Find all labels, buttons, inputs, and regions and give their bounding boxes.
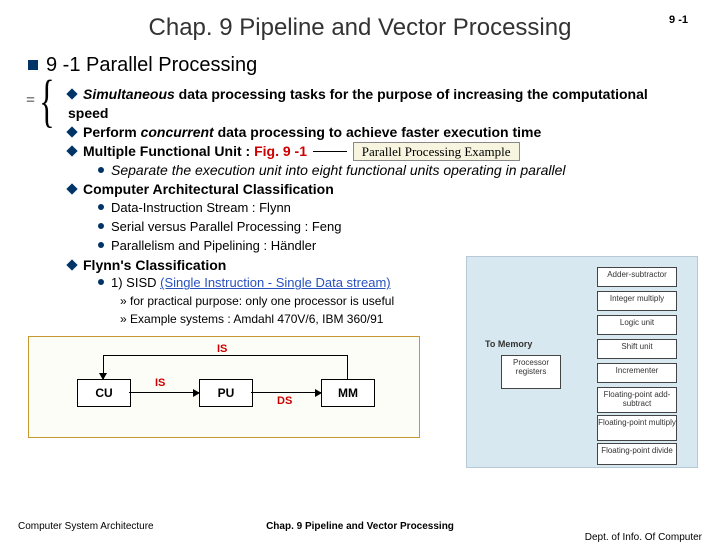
- diamond-bullet-icon: [66, 126, 77, 137]
- sub-bullet-handler: Parallelism and Pipelining : Händler: [98, 237, 692, 256]
- box-adder: Adder-subtractor: [597, 267, 677, 287]
- footer-right: Dept. of Info. Of Computer: [585, 532, 702, 543]
- sub-bullet-text: Separate the execution unit into eight f…: [111, 162, 566, 178]
- diamond-bullet-icon: [66, 183, 77, 194]
- sub-bullet-text: Data-Instruction Stream : Flynn: [111, 200, 291, 215]
- sub-bullet-text: 1) SISD: [111, 275, 160, 290]
- bullet-mfu: Multiple Functional Unit : Fig. 9 -1 Par…: [68, 142, 692, 161]
- dot-bullet-icon: [98, 167, 104, 173]
- figure-ref: Fig. 9 -1: [254, 143, 307, 159]
- sub-bullet-separate: Separate the execution unit into eight f…: [98, 161, 692, 181]
- box-fpmul: Floating-point multiply: [597, 415, 677, 441]
- section-heading-text: 9 -1 Parallel Processing: [46, 54, 257, 76]
- brace-icon: {: [39, 84, 54, 119]
- chapter-title: Chap. 9 Pipeline and Vector Processing: [0, 0, 720, 42]
- box-fpadd: Floating-point add-subtract: [597, 387, 677, 413]
- dot-bullet-icon: [98, 204, 104, 210]
- equals-brace: ={: [26, 84, 61, 119]
- box-intmul: Integer multiply: [597, 291, 677, 311]
- sisd-expansion: (Single Instruction - Single Data stream…: [160, 275, 390, 290]
- label-is-mid: IS: [155, 377, 165, 389]
- equals-sign: =: [26, 92, 35, 110]
- functional-units-diagram: Adder-subtractor Integer multiply Logic …: [466, 256, 698, 468]
- label-is-top: IS: [217, 343, 227, 355]
- arrow-pu-mm: [251, 392, 321, 393]
- feedback-line-v2: [347, 355, 348, 379]
- bullet-simultaneous: Simultaneous data processing tasks for t…: [68, 85, 692, 123]
- box-inc: Incrementer: [597, 363, 677, 383]
- bullet-text: Multiple Functional Unit :: [83, 143, 254, 159]
- section-heading: 9 -1 Parallel Processing: [28, 54, 692, 77]
- bullet-text: Perform: [83, 124, 141, 140]
- footer-left: Computer System Architecture: [18, 521, 154, 532]
- sub-bullet-feng: Serial versus Parallel Processing : Feng: [98, 218, 692, 237]
- box-logic: Logic unit: [597, 315, 677, 335]
- sisd-diagram: IS CU PU MM IS DS: [28, 336, 420, 438]
- page-number: 9 -1: [669, 14, 688, 26]
- diamond-bullet-icon: [66, 259, 77, 270]
- bullet-text: Flynn's Classification: [83, 257, 226, 273]
- dot-bullet-icon: [98, 279, 104, 285]
- subsub-text: for practical purpose: only one processo…: [130, 294, 394, 308]
- dot-bullet-icon: [98, 223, 104, 229]
- dot-bullet-icon: [98, 242, 104, 248]
- box-proc-reg: Processor registers: [501, 355, 561, 389]
- box-pu: PU: [199, 379, 253, 407]
- callout-box: Parallel Processing Example: [353, 142, 520, 161]
- diamond-bullet-icon: [66, 145, 77, 156]
- sub-bullet-flynn: Data-Instruction Stream : Flynn: [98, 199, 692, 218]
- connector-line-icon: [313, 151, 347, 152]
- em-word: Simultaneous: [83, 86, 175, 102]
- arrowhead-down-icon: [99, 373, 107, 380]
- box-fpdiv: Floating-point divide: [597, 443, 677, 465]
- sub-bullet-text: Serial versus Parallel Processing : Feng: [111, 219, 342, 234]
- bullet-text: data processing to achieve faster execut…: [214, 124, 542, 140]
- feedback-line: [103, 355, 347, 356]
- box-cu: CU: [77, 379, 131, 407]
- footer: Computer System Architecture Chap. 9 Pip…: [0, 521, 720, 532]
- label-ds: DS: [277, 395, 292, 407]
- box-shift: Shift unit: [597, 339, 677, 359]
- box-mm: MM: [321, 379, 375, 407]
- em-word: concurrent: [141, 124, 214, 140]
- subsub-text: Example systems : Amdahl 470V/6, IBM 360…: [130, 312, 383, 326]
- bullet-text: Computer Architectural Classification: [83, 181, 334, 197]
- square-bullet-icon: [28, 60, 38, 70]
- bullet-classification: Computer Architectural Classification: [68, 180, 692, 199]
- sub-bullet-text: Parallelism and Pipelining : Händler: [111, 238, 316, 253]
- bullet-concurrent: Perform concurrent data processing to ac…: [68, 123, 692, 142]
- arrow-cu-pu: [129, 392, 199, 393]
- diamond-bullet-icon: [66, 88, 77, 99]
- label-to-memory: To Memory: [485, 339, 532, 349]
